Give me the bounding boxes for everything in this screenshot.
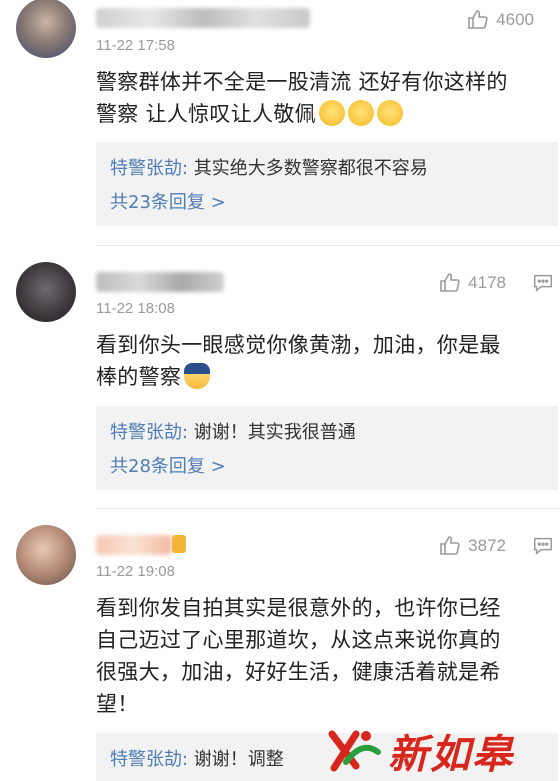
like-button[interactable]: 4600	[466, 8, 534, 32]
comment-text-line: 望！	[96, 692, 139, 716]
comment-item: 4600 11-22 17:58 警察群体并不全是一股清流 还好有你这样的 警察…	[0, 0, 560, 245]
comment-text-line: 警察群体并不全是一股清流 还好有你这样的	[96, 70, 508, 94]
reply-text: 特警张劼: 谢谢！其实我很普通	[110, 418, 356, 444]
avatar[interactable]	[16, 262, 76, 322]
reply-author[interactable]: 特警张劼:	[110, 749, 188, 770]
vip-badge-icon	[172, 535, 186, 553]
username-blurred[interactable]	[96, 8, 310, 28]
comment-text: 警察群体并不全是一股清流 还好有你这样的 警察 让人惊叹让人敬佩	[96, 66, 544, 130]
comment-text-line: 看到你发自拍其实是很意外的，也许你已经	[96, 596, 501, 620]
comment-time: 11-22 17:58	[96, 37, 175, 54]
like-count: 4178	[468, 273, 506, 292]
username-blurred[interactable]	[96, 272, 224, 292]
like-count: 4600	[496, 10, 534, 29]
reply-author[interactable]: 特警张劼:	[110, 422, 188, 443]
comment-text-fragment: 警察 让人惊叹让人敬佩	[96, 102, 316, 126]
more-replies-link[interactable]: 共23条回复 >	[110, 188, 226, 214]
comment-text-line: 自己迈过了心里那道坎，从这点来说你真的	[96, 628, 501, 652]
reply-content: 谢谢！其实我很普通	[188, 422, 356, 443]
comment-item: 4178 11-22 18:08 看到你头一眼感觉你像黄渤，加油，你是最 棒的警…	[0, 246, 560, 508]
thumbs-up-icon	[468, 10, 488, 29]
comment-time: 11-22 19:08	[96, 563, 175, 580]
like-button[interactable]: 3872	[438, 534, 506, 558]
reply-text: 特警张劼: 谢谢！调整	[110, 745, 284, 771]
comment-time: 11-22 18:08	[96, 300, 175, 317]
thumbs-up-icon	[440, 273, 460, 292]
police-emoji-icon	[184, 363, 211, 389]
watermark-logo: 新如皋	[326, 723, 556, 779]
more-replies-link[interactable]: 共28条回复 >	[110, 452, 226, 478]
watermark-text: 新如皋	[388, 731, 514, 778]
avatar[interactable]	[16, 0, 76, 58]
like-count: 3872	[468, 536, 506, 555]
comment-reply-icon[interactable]	[532, 535, 554, 557]
smile-emoji-icon	[376, 100, 403, 126]
comment-text-line: 看到你头一眼感觉你像黄渤，加油，你是最	[96, 333, 501, 357]
username-blurred[interactable]	[96, 535, 172, 555]
comment-reply-icon[interactable]	[532, 272, 554, 294]
smile-emoji-icon	[347, 100, 374, 126]
avatar[interactable]	[16, 525, 76, 585]
reply-preview[interactable]: 特警张劼: 谢谢！其实我很普通 共28条回复 >	[96, 406, 558, 490]
thumbs-up-icon	[440, 536, 460, 555]
brand-logo-icon	[328, 730, 381, 772]
comment-text-line: 棒的警察	[96, 361, 544, 393]
reply-content: 谢谢！调整	[188, 749, 284, 770]
reply-author[interactable]: 特警张劼:	[110, 158, 188, 179]
smile-emoji-icon	[318, 100, 345, 126]
comment-text: 看到你头一眼感觉你像黄渤，加油，你是最 棒的警察	[96, 329, 544, 393]
comment-text-line: 很强大，加油，好好生活，健康活着就是希	[96, 660, 501, 684]
like-button[interactable]: 4178	[438, 271, 506, 295]
reply-text: 特警张劼: 其实绝大多数警察都很不容易	[110, 154, 428, 180]
comment-text-line: 警察 让人惊叹让人敬佩	[96, 98, 544, 130]
comment-text: 看到你发自拍其实是很意外的，也许你已经 自己迈过了心里那道坎，从这点来说你真的 …	[96, 592, 544, 720]
comment-text-fragment: 棒的警察	[96, 365, 182, 389]
reply-content: 其实绝大多数警察都很不容易	[188, 158, 428, 179]
reply-preview[interactable]: 特警张劼: 其实绝大多数警察都很不容易 共23条回复 >	[96, 142, 558, 226]
